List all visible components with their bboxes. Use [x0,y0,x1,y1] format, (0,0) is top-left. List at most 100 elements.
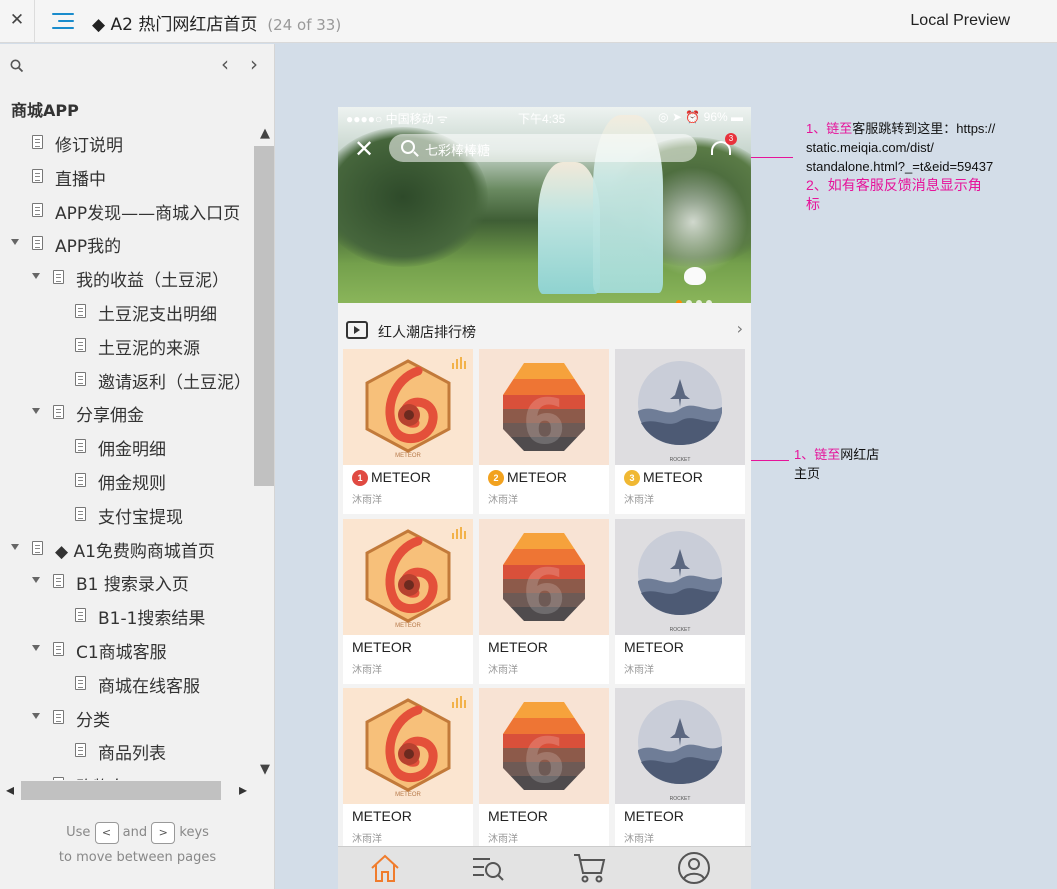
shop-name: METEOR [643,469,703,485]
page-count: (24 of 33) [267,16,342,34]
page-icon [75,304,86,318]
shop-card[interactable]: ROCKET 3 METEOR 沐雨洋 [615,349,745,514]
page-icon [75,473,86,487]
ann-shop-text1: 网红店 [840,447,880,462]
sidebar-item[interactable]: 土豆泥的来源 [0,329,253,363]
next-page-icon[interactable]: › [250,52,258,76]
sidebar-item[interactable]: 分类 [0,701,253,735]
customer-service-icon[interactable]: 3 [710,133,737,159]
sidebar-item[interactable]: APP发现——商城入口页 [0,194,253,228]
ranking-title: 红人潮店排行榜 [378,325,476,341]
sidebar-item[interactable]: 分享佣金 [0,396,253,430]
status-time: 下午4:35 [518,112,566,126]
shop-author: 沐雨洋 [624,665,654,676]
key-prev-icon: < [94,821,119,844]
shop-card[interactable]: 6 METEOR 沐雨洋 [479,519,609,684]
shop-card[interactable]: METEOR METEOR 沐雨洋 [343,519,473,684]
shop-card[interactable]: 6 METEOR 沐雨洋 [479,688,609,853]
home-icon[interactable] [368,851,408,885]
search-input[interactable]: 七彩棒棒糖 [389,134,697,162]
sidebar-item[interactable]: 佣金明细 [0,430,253,464]
rank-medal-icon: 2 [488,470,504,486]
page-icon [32,540,43,555]
expand-arrow-icon[interactable] [11,239,19,246]
scroll-right-icon[interactable]: ▸ [239,780,247,799]
vertical-scrollbar[interactable]: ▲ ▼ [254,126,274,780]
close-icon[interactable]: ✕ [0,0,35,43]
sidebar-item[interactable]: ◆ A1免费购商城首页 [0,532,253,566]
page-icon [32,236,43,251]
expand-arrow-icon[interactable] [11,543,19,550]
sidebar-section-title: 商城APP [11,101,79,120]
sidebar-item[interactable]: B1 搜索录入页 [0,565,253,599]
user-icon[interactable] [676,851,716,885]
expand-arrow-icon[interactable] [32,577,40,584]
top-bar: ✕ ◆ A2 热门网红店首页 (24 of 33) Local Preview [0,0,1057,43]
ann-shop-num: 1、 [794,447,815,462]
scroll-left-icon[interactable]: ◂ [6,780,14,799]
ann-service-num: 1、 [806,121,827,136]
page-icon [75,743,86,758]
scroll-down-icon[interactable]: ▼ [260,762,270,777]
shop-card[interactable]: METEOR 1 METEOR 沐雨洋 [343,349,473,514]
sidebar-item[interactable]: C1商城客服 [0,633,253,667]
annotation-service: 1、链至客服跳转到这里：https:// static.meiqia.com/d… [806,119,1046,214]
shop-name: METEOR [507,469,567,485]
shop-card[interactable]: ROCKET METEOR 沐雨洋 [615,519,745,684]
menu-icon[interactable] [52,11,74,31]
horizontal-scroll-thumb[interactable] [21,781,221,800]
shop-name: METEOR [624,639,684,655]
rocket-logo-image: ROCKET [615,349,745,465]
sidebar-item[interactable]: 购物车 [0,768,253,780]
horizontal-scrollbar[interactable]: ◂ ▸ [0,780,254,800]
sidebar-item[interactable]: 佣金规则 [0,464,253,498]
shop-author: 沐雨洋 [624,495,654,506]
annotation-line-shop [751,460,789,461]
local-preview-label[interactable]: Local Preview [910,12,1010,30]
expand-arrow-icon[interactable] [32,273,40,280]
sidebar-item[interactable]: 土豆泥支出明细 [0,295,253,329]
sidebar-item[interactable]: 商品列表 [0,734,253,768]
ranking-header[interactable]: 红人潮店排行榜 › [338,313,751,347]
expand-arrow-icon[interactable] [32,408,40,415]
sidebar-item[interactable]: 邀请返利（土豆泥） [0,363,253,397]
search-icon[interactable] [10,59,24,77]
page-icon [75,371,86,386]
sidebar-item[interactable]: APP我的 [0,227,253,261]
shop-card[interactable]: ROCKET METEOR 沐雨洋 [615,688,745,853]
search-icon [401,140,415,154]
expand-arrow-icon[interactable] [32,712,40,719]
vertical-scroll-thumb[interactable] [254,146,274,486]
page-icon [75,337,86,352]
page-icon [75,439,86,454]
chevron-right-icon[interactable]: › [737,319,743,338]
sidebar-item[interactable]: 商城在线客服 [0,667,253,701]
expand-arrow-icon[interactable] [32,645,40,651]
sidebar-item[interactable]: 支付宝提现 [0,498,253,532]
sidebar-item-label: B1-1搜索结果 [98,609,206,630]
scroll-up-icon[interactable]: ▲ [260,126,270,141]
help-keys: keys [179,825,209,840]
list-search-icon[interactable] [470,851,510,885]
ann-service-link[interactable]: 链至 [826,121,852,136]
cart-icon[interactable] [572,851,612,885]
six-logo-image: 6 [479,688,609,804]
meteor-logo-image: METEOR [343,349,473,465]
prev-page-icon[interactable]: ‹ [221,52,229,76]
ann-shop-link[interactable]: 链至 [814,447,840,462]
sidebar-item[interactable]: B1-1搜索结果 [0,599,253,633]
sidebar-item[interactable]: 直播中 [0,160,253,194]
page-tree: 修订说明 直播中 APP发现——商城入口页 APP我的 我的收益（土豆泥） 土豆泥支出明细… [0,126,253,780]
carousel-dots[interactable] [676,291,716,303]
shop-card[interactable]: METEOR METEOR 沐雨洋 [343,688,473,853]
page-icon [32,135,43,149]
page-icon [53,270,64,285]
sidebar-item[interactable]: 我的收益（土豆泥） [0,261,253,295]
banner-image[interactable]: ●●●●○ 中国移动 ᯤ 下午4:35 ◎ ➤ ⏰ 96% ▬ ✕ 七彩棒棒糖 … [338,107,751,303]
shop-card[interactable]: 6 2 METEOR 沐雨洋 [479,349,609,514]
close-icon[interactable]: ✕ [354,135,374,163]
sidebar-item[interactable]: 修订说明 [0,126,253,160]
sidebar-item-label: 分享佣金 [76,406,144,427]
page-icon [75,506,86,521]
ann-service-text1: 客服跳转到这里：https:// [852,121,996,136]
